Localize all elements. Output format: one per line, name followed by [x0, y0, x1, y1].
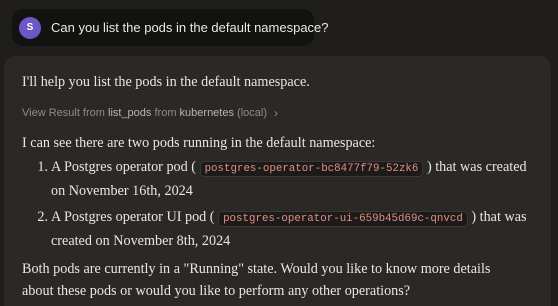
tool-name: list_pods [108, 107, 152, 119]
tool-server-suffix: (local) [237, 107, 267, 119]
tool-from-word: from [154, 107, 177, 119]
response-summary: I can see there are two pods running in … [22, 135, 376, 151]
user-avatar: S [19, 16, 41, 39]
assistant-response: I'll help you list the pods in the defau… [4, 56, 551, 306]
response-closing: Both pods are currently in a "Running" s… [22, 261, 491, 299]
tool-result-prefix: View Result from [22, 107, 105, 119]
user-message-text: Can you list the pods in the default nam… [51, 20, 329, 35]
tool-server-name: kubernetes [179, 107, 234, 119]
pod-name-code: postgres-operator-bc8477f79-52zk6 [199, 161, 424, 177]
user-message: S Can you list the pods in the default n… [12, 9, 329, 46]
pod-list-item: 2. A Postgres operator UI pod ( postgres… [22, 206, 551, 252]
pod-name-code: postgres-operator-ui-659b45d69c-qnvcd [218, 211, 468, 227]
pod-number: 1. [37, 159, 48, 175]
pod-description-start: A Postgres operator pod ( [51, 159, 197, 175]
view-tool-result-button[interactable]: View Result from list_pods from kubernet… [22, 102, 551, 124]
pod-description-start: A Postgres operator UI pod ( [51, 209, 215, 225]
chevron-right-icon: › [274, 106, 278, 120]
pod-list: 1. A Postgres operator pod ( postgres-op… [22, 156, 551, 252]
pod-list-item: 1. A Postgres operator pod ( postgres-op… [22, 156, 551, 202]
pod-number: 2. [37, 209, 48, 225]
response-intro: I'll help you list the pods in the defau… [22, 74, 310, 90]
